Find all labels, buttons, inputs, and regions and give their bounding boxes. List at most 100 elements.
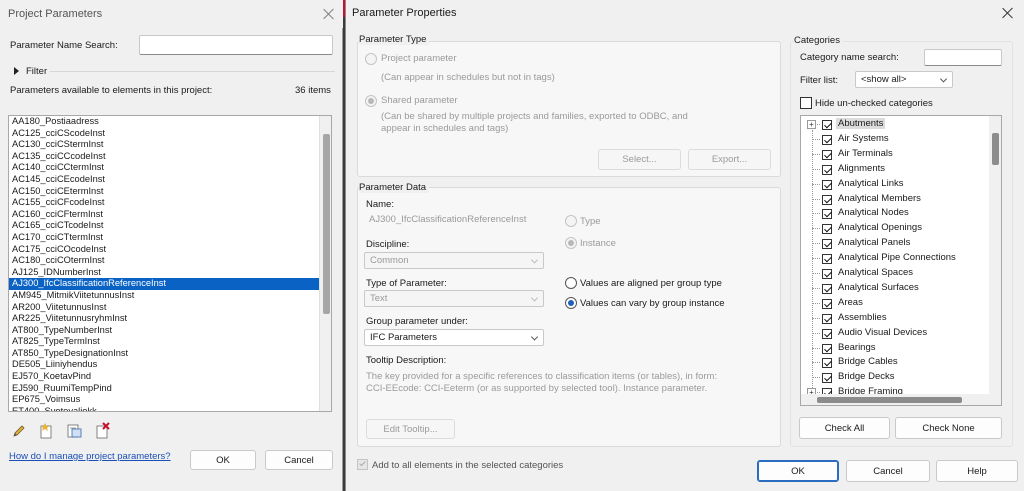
right-ok-button[interactable]: OK bbox=[757, 460, 839, 482]
modify-parameter-icon[interactable] bbox=[66, 422, 83, 439]
scrollbar-thumb[interactable] bbox=[817, 397, 962, 403]
category-item[interactable]: Alignments bbox=[801, 162, 991, 177]
category-item[interactable]: Bridge Cables bbox=[801, 355, 991, 370]
remove-parameter-icon[interactable] bbox=[94, 422, 111, 439]
category-checkbox[interactable] bbox=[822, 313, 832, 324]
category-item[interactable]: Audio Visual Devices bbox=[801, 326, 991, 341]
discipline-dropdown[interactable]: Common bbox=[364, 252, 544, 269]
shared-parameter-radio[interactable] bbox=[365, 95, 377, 107]
category-checkbox[interactable] bbox=[822, 179, 832, 190]
left-ok-button[interactable]: OK bbox=[190, 450, 256, 470]
group-parameter-under-dropdown[interactable]: IFC Parameters bbox=[364, 329, 544, 346]
parameter-list-item[interactable]: ET400_Syotevaliokk bbox=[9, 406, 319, 411]
parameter-name-search-input[interactable] bbox=[139, 35, 333, 55]
category-checkbox[interactable] bbox=[822, 343, 832, 354]
parameter-list-item[interactable]: AC170_cciCTtermInst bbox=[9, 232, 319, 244]
project-parameter-radio[interactable] bbox=[365, 53, 377, 65]
right-help-button[interactable]: Help bbox=[936, 460, 1018, 482]
scrollbar-thumb[interactable] bbox=[992, 133, 999, 165]
parameter-list-item[interactable]: AA180_Postiaadress bbox=[9, 116, 319, 128]
export-button[interactable]: Export... bbox=[688, 149, 771, 170]
category-item[interactable]: Analytical Pipe Connections bbox=[801, 251, 991, 266]
parameter-list-item[interactable]: AT800_TypeNumberInst bbox=[9, 325, 319, 337]
hide-unchecked-checkbox[interactable] bbox=[800, 97, 812, 109]
parameter-list-item[interactable]: AT850_TypeDesignationInst bbox=[9, 348, 319, 360]
category-checkbox[interactable] bbox=[822, 269, 832, 279]
parameter-list-item[interactable]: AJ300_IfcClassificationReferenceInst bbox=[9, 278, 319, 290]
parameter-list-item[interactable]: AC155_cciCFcodeInst bbox=[9, 197, 319, 209]
category-checkbox[interactable] bbox=[822, 120, 832, 130]
category-checkbox[interactable] bbox=[822, 149, 832, 160]
category-item[interactable]: Areas bbox=[801, 296, 991, 311]
parameters-list[interactable]: AA180_Postiaadress AC125_cciCScodeInst AC1… bbox=[8, 115, 332, 412]
categories-vertical-scrollbar[interactable] bbox=[989, 116, 1001, 405]
parameter-list-item[interactable]: AC150_cciCEtermInst bbox=[9, 186, 319, 198]
category-item[interactable]: Analytical Nodes bbox=[801, 206, 991, 221]
category-checkbox[interactable] bbox=[822, 239, 832, 250]
category-item[interactable]: Analytical Links bbox=[801, 177, 991, 192]
values-aligned-radio[interactable] bbox=[565, 277, 577, 289]
right-cancel-button[interactable]: Cancel bbox=[846, 460, 930, 482]
parameter-list-item[interactable]: AR200_ViitetunnusInst bbox=[9, 302, 319, 314]
parameter-list-item[interactable]: AC160_cciCFtermInst bbox=[9, 209, 319, 221]
parameter-list-item[interactable]: AC135_cciCCcodeInst bbox=[9, 151, 319, 163]
parameter-list-item[interactable]: DE505_Liiniyhendus bbox=[9, 359, 319, 371]
type-of-parameter-dropdown[interactable]: Text bbox=[364, 290, 544, 307]
expand-icon[interactable]: + bbox=[807, 120, 816, 129]
category-item[interactable]: Assemblies bbox=[801, 311, 991, 326]
category-name-search-input[interactable] bbox=[924, 49, 1002, 66]
parameter-list-item[interactable]: EP675_Voimsus bbox=[9, 394, 319, 406]
filter-toggle[interactable]: Filter bbox=[26, 66, 47, 77]
scrollbar-thumb[interactable] bbox=[323, 134, 330, 314]
category-checkbox[interactable] bbox=[822, 254, 832, 265]
category-checkbox[interactable] bbox=[822, 164, 832, 175]
values-vary-radio[interactable] bbox=[565, 297, 577, 309]
category-checkbox[interactable] bbox=[822, 283, 832, 294]
category-item[interactable]: Analytical Openings bbox=[801, 221, 991, 236]
type-radio[interactable] bbox=[565, 215, 577, 227]
category-checkbox[interactable] bbox=[822, 358, 832, 369]
parameter-list-item[interactable]: AC130_cciCStermInst bbox=[9, 139, 319, 151]
help-link[interactable]: How do I manage project parameters? bbox=[9, 451, 171, 462]
parameter-list-item[interactable]: AC140_cciCCtermInst bbox=[9, 162, 319, 174]
parameter-list-item[interactable]: AT825_TypeTermInst bbox=[9, 336, 319, 348]
category-item[interactable]: Analytical Spaces bbox=[801, 266, 991, 281]
category-checkbox[interactable] bbox=[822, 298, 832, 309]
categories-horizontal-scrollbar[interactable] bbox=[801, 394, 1001, 405]
category-checkbox[interactable] bbox=[822, 194, 832, 205]
category-item[interactable]: Analytical Panels bbox=[801, 236, 991, 251]
select-button[interactable]: Select... bbox=[598, 149, 681, 170]
category-checkbox[interactable] bbox=[822, 373, 832, 384]
instance-radio[interactable] bbox=[565, 237, 577, 249]
parameter-list-item[interactable]: EJ570_KoetavPind bbox=[9, 371, 319, 383]
categories-tree[interactable]: + Abutments Air Systems Air Terminals Alignm… bbox=[800, 115, 1002, 406]
category-checkbox[interactable] bbox=[822, 134, 832, 145]
add-to-all-checkbox[interactable] bbox=[357, 459, 368, 470]
right-close-icon[interactable] bbox=[1001, 6, 1015, 20]
parameter-list-item[interactable]: AC175_cciCOcodeInst bbox=[9, 244, 319, 256]
parameter-list-item[interactable]: AC180_cciCOtermInst bbox=[9, 255, 319, 267]
category-item[interactable]: + Abutments bbox=[801, 117, 991, 132]
category-item[interactable]: Air Systems bbox=[801, 132, 991, 147]
left-close-icon[interactable] bbox=[322, 7, 336, 21]
category-checkbox[interactable] bbox=[822, 224, 832, 235]
parameter-list-item[interactable]: AC125_cciCScodeInst bbox=[9, 128, 319, 140]
category-item[interactable]: Air Terminals bbox=[801, 147, 991, 162]
edit-parameter-icon[interactable] bbox=[11, 423, 27, 439]
parameter-list-item[interactable]: AR225_ViitetunnusryhmInst bbox=[9, 313, 319, 325]
category-item[interactable]: Bridge Decks bbox=[801, 370, 991, 385]
category-item[interactable]: Analytical Members bbox=[801, 192, 991, 207]
parameter-list-item[interactable]: AC165_cciCTcodeInst bbox=[9, 220, 319, 232]
parameter-list-item[interactable]: AM945_MitmikViitetunnusInst bbox=[9, 290, 319, 302]
parameters-list-scrollbar[interactable] bbox=[319, 116, 331, 411]
category-item[interactable]: Analytical Surfaces bbox=[801, 281, 991, 296]
category-item[interactable]: Bearings bbox=[801, 341, 991, 356]
category-checkbox[interactable] bbox=[822, 328, 832, 339]
edit-tooltip-button[interactable]: Edit Tooltip... bbox=[366, 419, 455, 439]
check-all-button[interactable]: Check All bbox=[799, 417, 890, 439]
filter-list-dropdown[interactable]: <show all> bbox=[855, 71, 953, 88]
parameter-list-item[interactable]: AJ125_IDNumberInst bbox=[9, 267, 319, 279]
category-checkbox[interactable] bbox=[822, 209, 832, 220]
filter-expand-icon[interactable] bbox=[14, 67, 19, 75]
new-parameter-icon[interactable] bbox=[38, 422, 55, 439]
